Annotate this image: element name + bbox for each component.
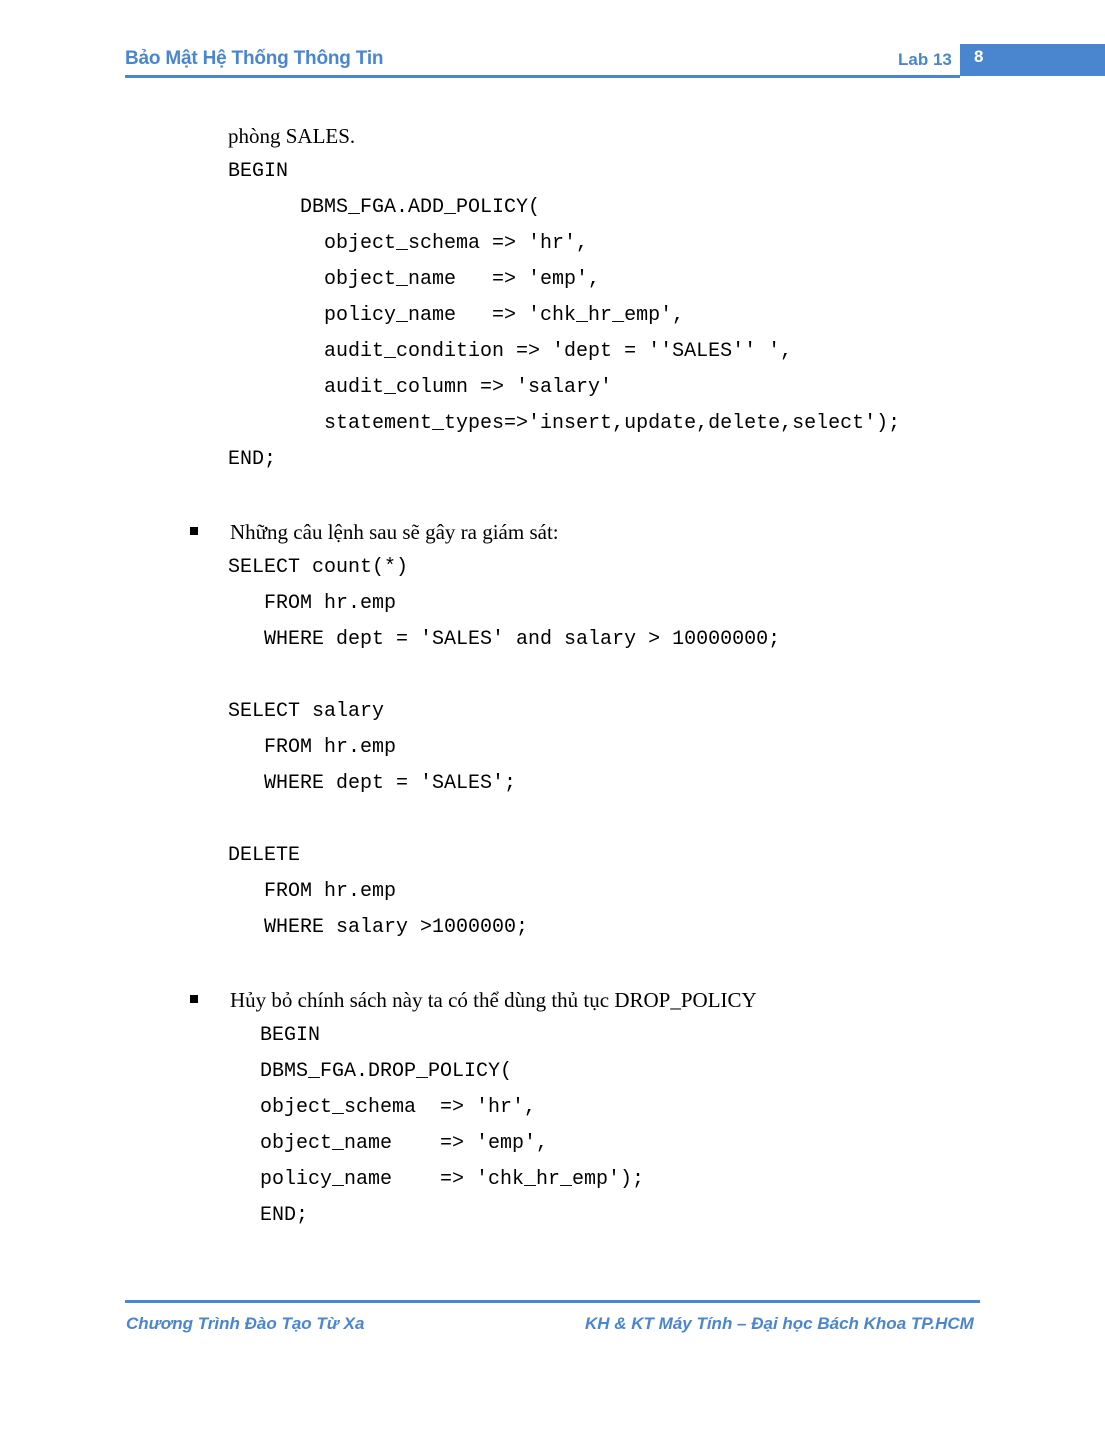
bullet-item-audited-statements: Những câu lệnh sau sẽ gây ra giám sát: (190, 514, 1105, 550)
code-line: END; (260, 1204, 309, 1227)
drop-policy-code-block: BEGIN DBMS_FGA.DROP_POLICY( object_schem… (260, 1018, 1105, 1234)
code-line: WHERE dept = 'SALES'; (228, 772, 517, 795)
footer-divider (125, 1300, 980, 1303)
code-line: SELECT count(*) (228, 556, 409, 579)
page-number-badge: 8 (960, 44, 1105, 76)
vertical-spacer (0, 946, 1105, 982)
page-header: Bảo Mật Hệ Thống Thông Tin Lab 13 8 (0, 44, 1105, 84)
code-line: object_name => 'emp', (260, 1132, 549, 1155)
code-line: audit_column => 'salary' (228, 376, 613, 399)
intro-paragraph: phòng SALES. (228, 124, 356, 148)
code-line: BEGIN (228, 160, 289, 183)
code-line: DBMS_FGA.ADD_POLICY( (228, 196, 541, 219)
code-line: object_schema => 'hr', (228, 232, 589, 255)
code-line: DELETE (228, 844, 301, 867)
code-line: policy_name => 'chk_hr_emp'); (260, 1168, 645, 1191)
code-line: statement_types=>'insert,update,delete,s… (228, 412, 901, 435)
code-line: WHERE salary >1000000; (228, 916, 529, 939)
select-salary-code-block: SELECT salary FROM hr.emp WHERE dept = '… (228, 694, 1105, 802)
page-number: 8 (974, 47, 984, 66)
bullet-label: Hủy bỏ chính sách này ta có thể dùng thủ… (230, 988, 757, 1012)
code-line: SELECT salary (228, 700, 385, 723)
code-line: object_schema => 'hr', (260, 1096, 537, 1119)
header-lab-label: Lab 13 (898, 50, 952, 69)
code-line: BEGIN (260, 1024, 321, 1047)
vertical-spacer (0, 478, 1105, 514)
footer-right-text: KH & KT Máy Tính – Đại học Bách Khoa TP.… (585, 1314, 974, 1333)
code-line: FROM hr.emp (228, 736, 397, 759)
vertical-spacer (0, 802, 1105, 838)
footer-left-text: Chương Trình Đào Tạo Từ Xa (126, 1314, 365, 1333)
header-divider (125, 75, 960, 78)
delete-code-block: DELETE FROM hr.emp WHERE salary >1000000… (228, 838, 1105, 946)
code-line: audit_condition => 'dept = ''SALES'' ', (228, 340, 793, 363)
code-line: FROM hr.emp (228, 880, 397, 903)
code-line: object_name => 'emp', (228, 268, 601, 291)
vertical-spacer (0, 658, 1105, 694)
bullet-label: Những câu lệnh sau sẽ gây ra giám sát: (230, 520, 559, 544)
code-line: FROM hr.emp (228, 592, 397, 615)
code-line: END; (228, 448, 277, 471)
code-line: WHERE dept = 'SALES' and salary > 100000… (228, 628, 781, 651)
document-page: Bảo Mật Hệ Thống Thông Tin Lab 13 8 phòn… (0, 0, 1105, 1430)
bullet-item-drop-policy: Hủy bỏ chính sách này ta có thể dùng thủ… (190, 982, 1105, 1018)
square-bullet-icon (190, 527, 198, 535)
code-line: policy_name => 'chk_hr_emp', (228, 304, 685, 327)
page-content: phòng SALES. BEGIN DBMS_FGA.ADD_POLICY( … (0, 118, 1105, 1234)
header-title: Bảo Mật Hệ Thống Thông Tin (125, 48, 384, 69)
code-line: DBMS_FGA.DROP_POLICY( (260, 1060, 513, 1083)
add-policy-code-block: BEGIN DBMS_FGA.ADD_POLICY( object_schema… (228, 154, 1105, 478)
select-count-code-block: SELECT count(*) FROM hr.emp WHERE dept =… (228, 550, 1105, 658)
square-bullet-icon (190, 995, 198, 1003)
